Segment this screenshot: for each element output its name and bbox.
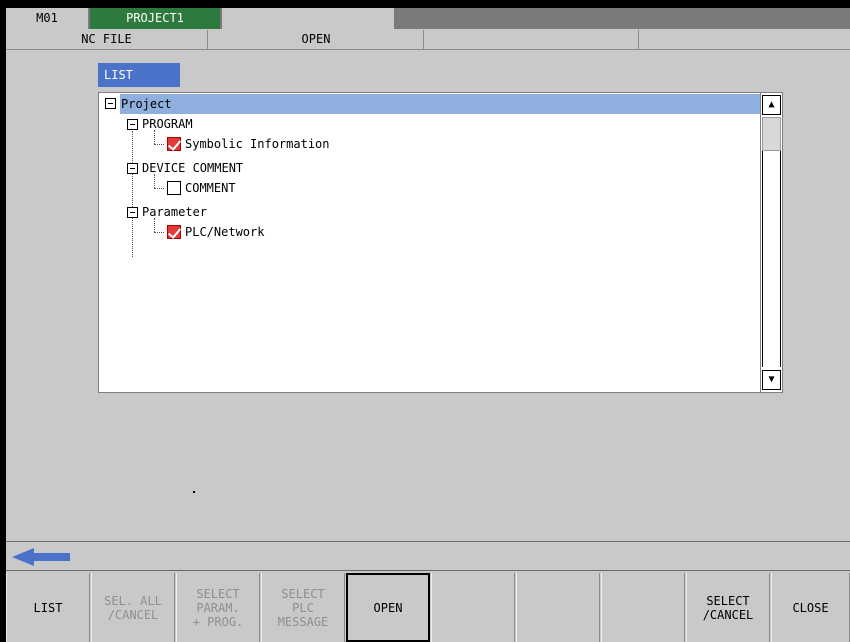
list-tab[interactable]: LIST bbox=[98, 63, 180, 87]
project-name: PROJECT1 bbox=[90, 8, 221, 29]
status-blank bbox=[222, 8, 395, 29]
menu-row: NC FILE OPEN bbox=[6, 30, 850, 50]
tree-node-parameter[interactable]: Parameter bbox=[142, 202, 207, 222]
checkbox-comment[interactable] bbox=[167, 181, 181, 195]
tree-leaf-plc-network[interactable]: PLC/Network bbox=[185, 222, 264, 242]
fkey-select-param-prog[interactable]: SELECT PARAM. + PROG. bbox=[176, 573, 260, 642]
fkey-empty-6[interactable] bbox=[431, 573, 515, 642]
tree-root-row[interactable]: Project bbox=[120, 94, 761, 114]
menu-empty-2 bbox=[640, 30, 850, 49]
tree-node-program[interactable]: PROGRAM bbox=[142, 114, 193, 134]
tree-scrollbar[interactable]: ▲ ▼ bbox=[760, 93, 782, 392]
menu-title: NC FILE bbox=[6, 30, 208, 49]
tree-guide bbox=[154, 174, 155, 188]
tree-guide bbox=[154, 144, 164, 145]
tree-leaf-label: COMMENT bbox=[185, 181, 236, 195]
fkey-close[interactable]: CLOSE bbox=[771, 573, 850, 642]
tree-leaf-symbolic-info[interactable]: Symbolic Information bbox=[185, 134, 330, 154]
tree-guide bbox=[154, 232, 164, 233]
tree-guide bbox=[154, 218, 155, 232]
tree-node-label: PROGRAM bbox=[142, 117, 193, 131]
tree-leaf-label: Symbolic Information bbox=[185, 137, 330, 151]
collapse-icon[interactable] bbox=[105, 98, 116, 109]
tree-guide bbox=[154, 188, 164, 189]
mode-indicator: M01 bbox=[6, 8, 89, 29]
fkey-sel-all-cancel[interactable]: SEL. ALL /CANCEL bbox=[91, 573, 175, 642]
collapse-icon[interactable] bbox=[127, 207, 138, 218]
fkey-select-plc-message[interactable]: SELECT PLC MESSAGE bbox=[261, 573, 345, 642]
checkbox-symbolic-info[interactable] bbox=[167, 137, 181, 151]
file-tree[interactable]: Project PROGRAM Symbolic Information DEV… bbox=[98, 92, 783, 393]
checkbox-plc-network[interactable] bbox=[167, 225, 181, 239]
tree-guide bbox=[154, 130, 155, 144]
scroll-track[interactable] bbox=[762, 117, 781, 367]
collapse-icon[interactable] bbox=[127, 163, 138, 174]
fkey-open[interactable]: OPEN bbox=[346, 573, 430, 642]
function-key-bar: LIST SEL. ALL /CANCEL SELECT PARAM. + PR… bbox=[6, 573, 850, 642]
status-bar: M01 PROJECT1 bbox=[6, 8, 850, 29]
scroll-up-icon[interactable]: ▲ bbox=[762, 95, 781, 115]
message-bar bbox=[6, 541, 850, 571]
tree-leaf-comment[interactable]: COMMENT bbox=[185, 178, 236, 198]
menu-empty-1 bbox=[425, 30, 639, 49]
tree-node-device-comment[interactable]: DEVICE COMMENT bbox=[142, 158, 243, 178]
tree-node-label: DEVICE COMMENT bbox=[142, 161, 244, 175]
fkey-list[interactable]: LIST bbox=[6, 573, 90, 642]
fkey-empty-8[interactable] bbox=[601, 573, 685, 642]
tree-leaf-label: PLC/Network bbox=[185, 225, 265, 239]
scroll-thumb[interactable] bbox=[762, 117, 781, 151]
fkey-select-cancel[interactable]: SELECT /CANCEL bbox=[686, 573, 770, 642]
nc-screen: M01 PROJECT1 NC FILE OPEN LIST Project P… bbox=[6, 8, 850, 642]
fkey-empty-7[interactable] bbox=[516, 573, 600, 642]
stray-dot bbox=[193, 491, 195, 493]
tree-guide bbox=[132, 131, 133, 257]
menu-command: OPEN bbox=[209, 30, 424, 49]
tree-node-label: Parameter bbox=[142, 205, 208, 219]
scroll-down-icon[interactable]: ▼ bbox=[762, 370, 781, 390]
collapse-icon[interactable] bbox=[127, 119, 138, 130]
tree-root-label: Project bbox=[121, 97, 172, 111]
back-arrow-icon[interactable] bbox=[12, 547, 72, 567]
